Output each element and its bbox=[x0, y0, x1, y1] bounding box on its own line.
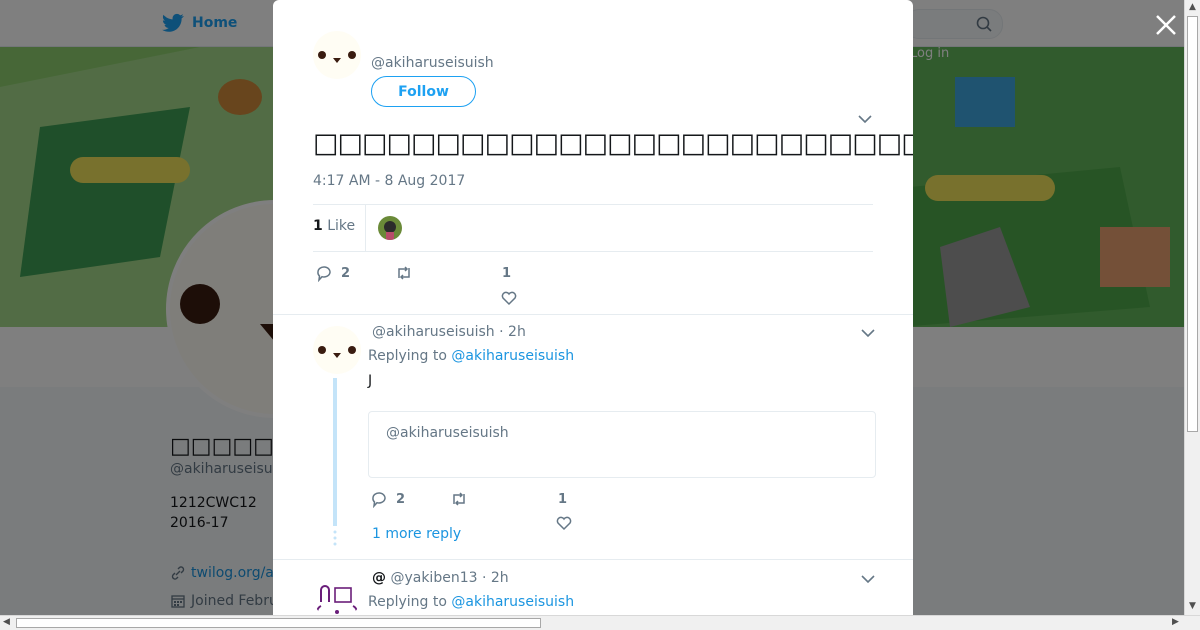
reply-text: J bbox=[368, 373, 373, 389]
replying-to: Replying to @akiharuseisuish bbox=[368, 348, 574, 364]
quoted-tweet[interactable]: @akiharuseisuish bbox=[368, 411, 876, 478]
reply-count: 2 bbox=[341, 265, 351, 281]
heart-icon[interactable] bbox=[500, 289, 518, 307]
reply-author-avatar[interactable] bbox=[313, 326, 361, 374]
tweet-permalink-modal: @akiharuseisuish Follow □□□□□□□□□□□□□□□□… bbox=[273, 0, 913, 615]
retweet-icon bbox=[398, 266, 410, 280]
reply-header: @ @yakiben13 · 2h bbox=[372, 570, 509, 586]
replying-to-link[interactable]: @akiharuseisuish bbox=[451, 594, 574, 610]
retweet-button[interactable] bbox=[395, 264, 413, 282]
heart-icon[interactable] bbox=[555, 514, 573, 532]
reply-header: @akiharuseisuish · 2h bbox=[372, 324, 526, 340]
tweet-author-handle[interactable]: @akiharuseisuish bbox=[371, 55, 494, 71]
thread-dots bbox=[333, 530, 337, 546]
divider bbox=[313, 251, 873, 252]
vertical-scrollbar[interactable]: ▲ ▼ bbox=[1184, 0, 1200, 615]
reply-author-handle[interactable]: @yakiben13 bbox=[390, 570, 477, 586]
reply-tweet[interactable]: @ @yakiben13 · 2h Replying to @akiharuse… bbox=[273, 560, 913, 615]
tweet-text: □□□□□□□□□□□□□□□□□□□□□□□□□□□□□□□□□□□□□□□□… bbox=[313, 128, 913, 159]
reply-count: 2 bbox=[396, 491, 406, 507]
replying-label: Replying to bbox=[368, 594, 447, 610]
thread-line bbox=[333, 378, 337, 526]
likes-label: Like bbox=[327, 218, 356, 234]
reply-time[interactable]: · 2h bbox=[499, 324, 526, 340]
liker-avatar[interactable] bbox=[378, 216, 402, 240]
reply-time[interactable]: · 2h bbox=[482, 570, 509, 586]
chevron-down-icon[interactable] bbox=[861, 574, 875, 584]
replying-label: Replying to bbox=[368, 348, 447, 364]
chevron-down-icon[interactable] bbox=[858, 114, 872, 124]
likes-count: 1 bbox=[313, 218, 323, 234]
reply-icon bbox=[317, 266, 331, 282]
retweet-icon bbox=[453, 492, 465, 506]
tweet-author-avatar[interactable] bbox=[313, 31, 361, 79]
reply-display-name[interactable]: @ bbox=[372, 570, 386, 586]
divider bbox=[313, 204, 873, 205]
reply-button[interactable]: 2 bbox=[370, 490, 405, 508]
close-icon[interactable] bbox=[1153, 12, 1179, 38]
divider bbox=[365, 205, 366, 251]
like-count: 1 bbox=[502, 266, 512, 281]
follow-button[interactable]: Follow bbox=[371, 76, 476, 107]
scroll-up-arrow-icon[interactable]: ▲ bbox=[1189, 2, 1196, 12]
reply-tweet[interactable]: @akiharuseisuish · 2h Replying to @akiha… bbox=[273, 314, 913, 560]
reply-button[interactable]: 2 bbox=[315, 264, 350, 282]
main-tweet: @akiharuseisuish Follow □□□□□□□□□□□□□□□□… bbox=[273, 0, 913, 315]
reply-author-handle[interactable]: @akiharuseisuish bbox=[372, 324, 495, 340]
replying-to-link[interactable]: @akiharuseisuish bbox=[451, 348, 574, 364]
horizontal-scrollbar[interactable]: ◀ ▶ bbox=[0, 615, 1200, 630]
scroll-left-arrow-icon[interactable]: ◀ bbox=[3, 617, 10, 627]
retweet-button[interactable] bbox=[450, 490, 468, 508]
chevron-down-icon[interactable] bbox=[861, 328, 875, 338]
scrollbar-thumb[interactable] bbox=[1187, 16, 1198, 432]
replying-to: Replying to @akiharuseisuish bbox=[368, 594, 574, 610]
scrollbar-thumb[interactable] bbox=[16, 618, 541, 628]
reply-icon bbox=[372, 492, 386, 508]
like-count: 1 bbox=[558, 492, 568, 507]
more-replies-link[interactable]: 1 more reply bbox=[372, 526, 461, 542]
likes-stat[interactable]: 1 Like bbox=[313, 218, 355, 234]
reply-author-avatar[interactable] bbox=[313, 572, 361, 615]
scroll-down-arrow-icon[interactable]: ▼ bbox=[1189, 601, 1196, 611]
tweet-timestamp[interactable]: 4:17 AM - 8 Aug 2017 bbox=[313, 173, 465, 189]
quoted-handle: @akiharuseisuish bbox=[386, 425, 509, 441]
scroll-right-arrow-icon[interactable]: ▶ bbox=[1172, 617, 1179, 627]
